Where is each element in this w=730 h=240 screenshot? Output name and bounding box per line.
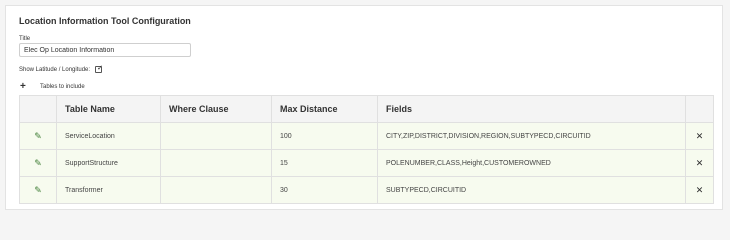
table-header-row: Table Name Where Clause Max Distance Fie… bbox=[19, 95, 714, 123]
column-header-where-clause: Where Clause bbox=[160, 95, 272, 123]
where-clause-cell bbox=[160, 149, 272, 177]
checkmark-icon: ✓ bbox=[97, 65, 103, 72]
close-icon[interactable]: ✕ bbox=[696, 158, 704, 168]
table-row: ✎ ServiceLocation 100 CITY,ZIP,DISTRICT,… bbox=[19, 122, 714, 150]
latlong-label: Show Latitude / Longitude: bbox=[19, 66, 91, 73]
close-icon[interactable]: ✕ bbox=[696, 131, 704, 141]
tables-to-include-row: + Tables to include bbox=[20, 82, 85, 92]
fields-cell: POLENUMBER,CLASS,Height,CUSTOMEROWNED bbox=[377, 149, 686, 177]
edit-cell: ✎ bbox=[19, 122, 57, 150]
table-name-cell: ServiceLocation bbox=[56, 122, 161, 150]
delete-cell: ✕ bbox=[685, 149, 714, 177]
column-header-edit bbox=[19, 95, 57, 123]
tables-to-include-label: Tables to include bbox=[40, 84, 85, 90]
column-header-max-distance: Max Distance bbox=[271, 95, 378, 123]
close-icon[interactable]: ✕ bbox=[696, 185, 704, 195]
title-label: Title bbox=[19, 36, 31, 42]
config-panel: Location Information Tool Configuration … bbox=[5, 5, 723, 210]
panel-title: Location Information Tool Configuration bbox=[19, 16, 191, 26]
edit-cell: ✎ bbox=[19, 149, 57, 177]
column-header-table-name: Table Name bbox=[56, 95, 161, 123]
title-input[interactable] bbox=[19, 43, 191, 57]
delete-cell: ✕ bbox=[685, 176, 714, 204]
max-distance-cell: 30 bbox=[271, 176, 378, 204]
edit-cell: ✎ bbox=[19, 176, 57, 204]
fields-cell: SUBTYPECD,CIRCUITID bbox=[377, 176, 686, 204]
pencil-icon[interactable]: ✎ bbox=[34, 185, 42, 195]
pencil-icon[interactable]: ✎ bbox=[34, 158, 42, 168]
table-name-cell: Transformer bbox=[56, 176, 161, 204]
pencil-icon[interactable]: ✎ bbox=[34, 131, 42, 141]
table-row: ✎ SupportStructure 15 POLENUMBER,CLASS,H… bbox=[19, 149, 714, 177]
where-clause-cell bbox=[160, 122, 272, 150]
column-header-delete bbox=[685, 95, 714, 123]
where-clause-cell bbox=[160, 176, 272, 204]
latlong-checkbox[interactable]: ✓ bbox=[95, 65, 103, 73]
max-distance-cell: 100 bbox=[271, 122, 378, 150]
table-name-cell: SupportStructure bbox=[56, 149, 161, 177]
latlong-row: Show Latitude / Longitude: ✓ bbox=[19, 65, 103, 73]
max-distance-cell: 15 bbox=[271, 149, 378, 177]
table-row: ✎ Transformer 30 SUBTYPECD,CIRCUITID ✕ bbox=[19, 176, 714, 204]
fields-cell: CITY,ZIP,DISTRICT,DIVISION,REGION,SUBTYP… bbox=[377, 122, 686, 150]
tables-grid: Table Name Where Clause Max Distance Fie… bbox=[19, 95, 714, 204]
column-header-fields: Fields bbox=[377, 95, 686, 123]
delete-cell: ✕ bbox=[685, 122, 714, 150]
plus-icon[interactable]: + bbox=[20, 82, 30, 92]
